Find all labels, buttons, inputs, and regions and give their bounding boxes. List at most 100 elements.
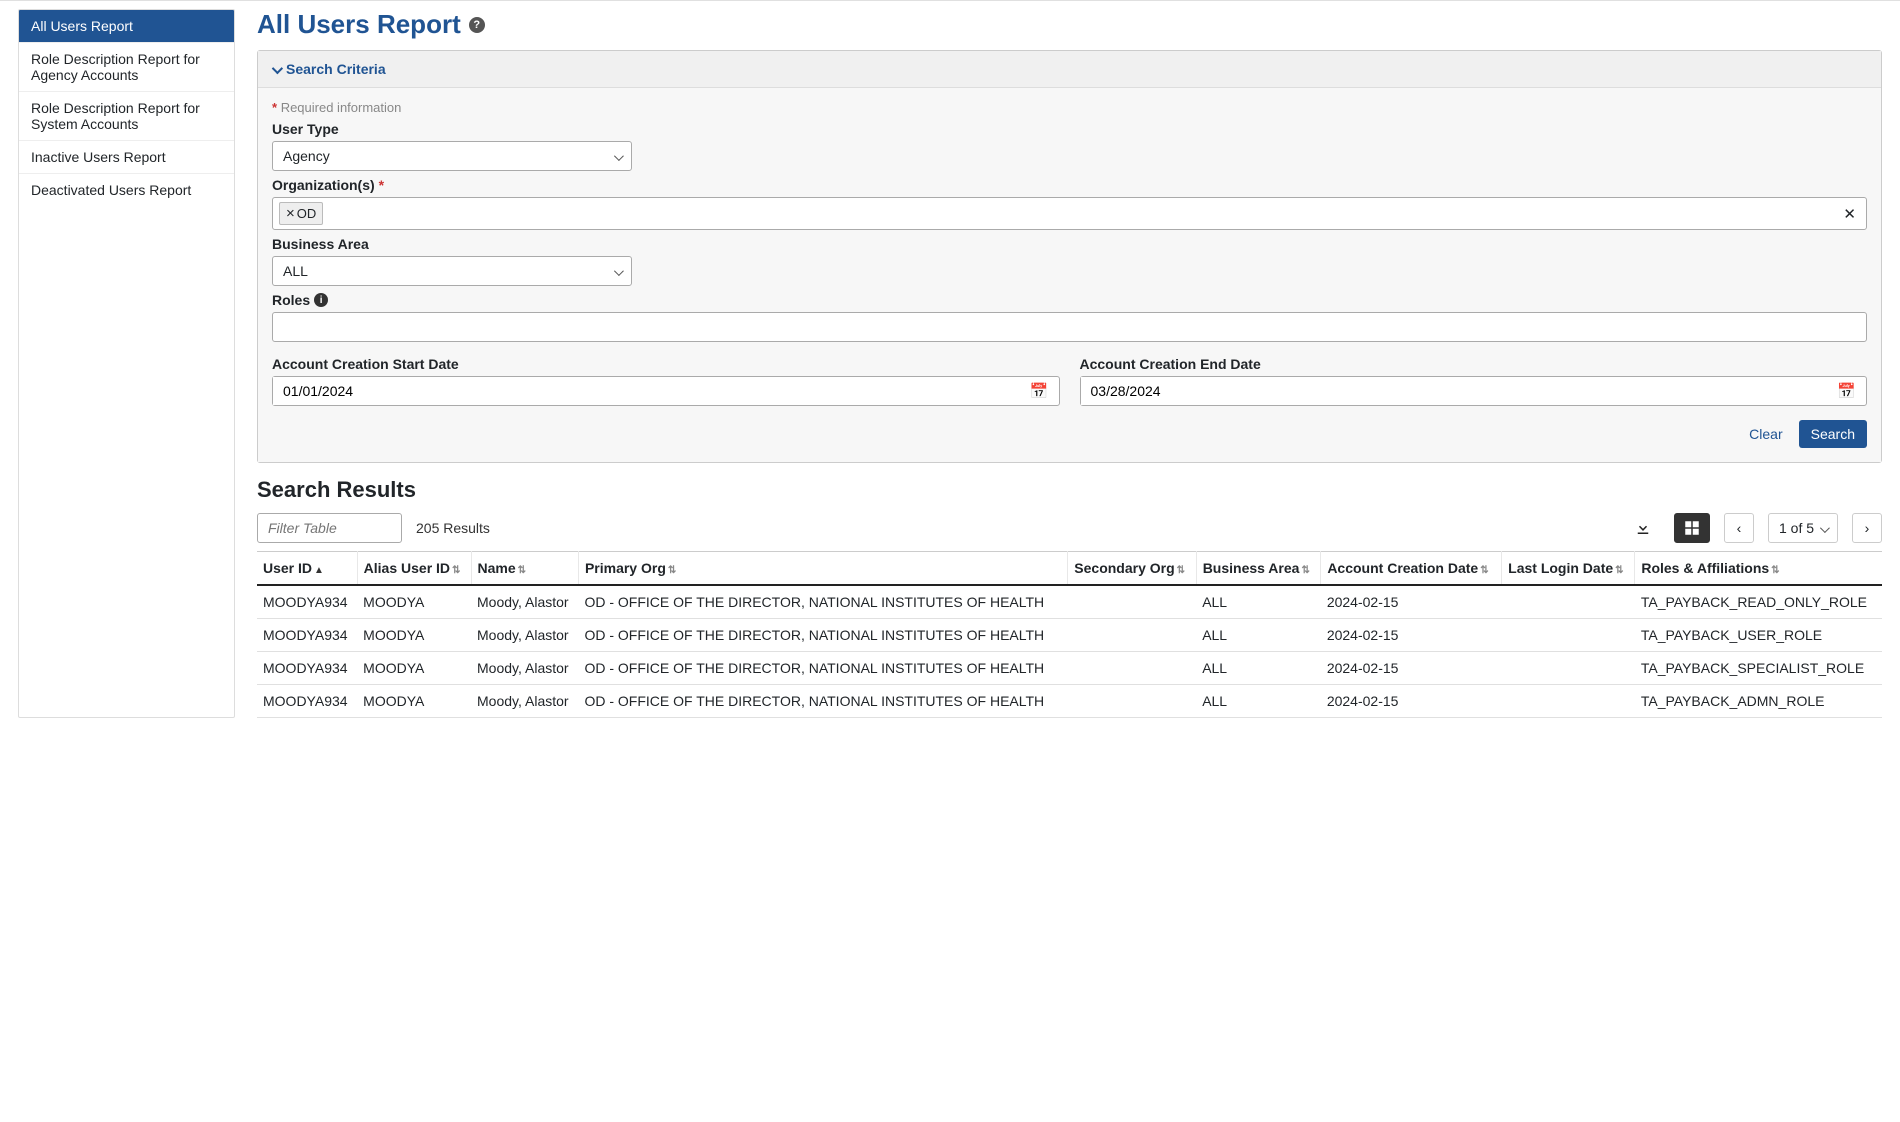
download-icon[interactable]	[1626, 513, 1660, 543]
table-row: MOODYA934MOODYAMoody, AlastorOD - OFFICE…	[257, 619, 1882, 652]
cell-last-login	[1502, 652, 1635, 685]
col-primary-org[interactable]: Primary Org⇅	[578, 552, 1067, 586]
table-row: MOODYA934MOODYAMoody, AlastorOD - OFFICE…	[257, 585, 1882, 619]
help-icon[interactable]: ?	[469, 17, 485, 33]
col-last-login[interactable]: Last Login Date⇅	[1502, 552, 1635, 586]
cell-user-id: MOODYA934	[257, 619, 357, 652]
search-button[interactable]: Search	[1799, 420, 1867, 448]
table-row: MOODYA934MOODYAMoody, AlastorOD - OFFICE…	[257, 652, 1882, 685]
label-user-type: User Type	[272, 121, 1867, 137]
cell-alias: MOODYA	[357, 652, 471, 685]
panel-header-toggle[interactable]: Search Criteria	[258, 51, 1881, 88]
cell-last-login	[1502, 685, 1635, 718]
asterisk-icon: *	[379, 177, 384, 193]
cell-business-area: ALL	[1196, 619, 1321, 652]
sort-icon: ⇅	[1615, 565, 1623, 576]
end-date-input[interactable]: 📅	[1080, 376, 1868, 406]
label-roles: Roles i	[272, 292, 1867, 308]
label-start-date: Account Creation Start Date	[272, 356, 1060, 372]
col-user-id[interactable]: User ID	[257, 552, 357, 586]
sidebar-nav: All Users Report Role Description Report…	[18, 9, 235, 718]
cell-secondary-org	[1068, 619, 1196, 652]
chevron-down-icon	[1820, 520, 1827, 536]
cell-business-area: ALL	[1196, 585, 1321, 619]
cell-secondary-org	[1068, 652, 1196, 685]
start-date-input[interactable]: 📅	[272, 376, 1060, 406]
results-title: Search Results	[257, 477, 1882, 503]
calendar-icon[interactable]: 📅	[1837, 382, 1856, 400]
remove-tag-icon[interactable]: ×	[286, 205, 295, 222]
next-page-button[interactable]: ›	[1852, 513, 1882, 543]
cell-name: Moody, Alastor	[471, 685, 578, 718]
cell-roles: TA_PAYBACK_ADMN_ROLE	[1635, 685, 1882, 718]
sort-icon: ⇅	[1177, 565, 1185, 576]
sidebar-item-role-agency[interactable]: Role Description Report for Agency Accou…	[19, 43, 234, 92]
required-note: * Required information	[272, 100, 1867, 115]
cell-secondary-org	[1068, 685, 1196, 718]
business-area-select[interactable]: ALL	[272, 256, 632, 286]
grid-view-icon[interactable]	[1674, 513, 1710, 543]
sort-icon: ⇅	[1480, 565, 1488, 576]
label-organizations: Organization(s) *	[272, 177, 1867, 193]
page-title: All Users Report ?	[257, 9, 1882, 40]
col-secondary-org[interactable]: Secondary Org⇅	[1068, 552, 1196, 586]
cell-last-login	[1502, 619, 1635, 652]
sort-icon: ⇅	[452, 565, 460, 576]
chevron-down-icon	[272, 61, 280, 77]
cell-alias: MOODYA	[357, 585, 471, 619]
cell-name: Moody, Alastor	[471, 619, 578, 652]
prev-page-button[interactable]: ‹	[1724, 513, 1754, 543]
col-name[interactable]: Name⇅	[471, 552, 578, 586]
label-end-date: Account Creation End Date	[1080, 356, 1868, 372]
panel-header-label: Search Criteria	[286, 61, 386, 77]
cell-business-area: ALL	[1196, 652, 1321, 685]
chevron-down-icon	[614, 148, 621, 164]
cell-alias: MOODYA	[357, 685, 471, 718]
roles-input[interactable]	[272, 312, 1867, 342]
cell-creation-date: 2024-02-15	[1321, 652, 1502, 685]
page-select[interactable]: 1 of 5	[1768, 513, 1838, 543]
cell-roles: TA_PAYBACK_USER_ROLE	[1635, 619, 1882, 652]
calendar-icon[interactable]: 📅	[1030, 382, 1049, 400]
col-roles[interactable]: Roles & Affiliations⇅	[1635, 552, 1882, 586]
end-date-field[interactable]	[1081, 377, 1838, 405]
sort-icon: ⇅	[518, 565, 526, 576]
cell-name: Moody, Alastor	[471, 652, 578, 685]
cell-secondary-org	[1068, 585, 1196, 619]
sidebar-item-deactivated[interactable]: Deactivated Users Report	[19, 174, 234, 206]
sidebar-item-all-users[interactable]: All Users Report	[19, 10, 234, 43]
org-tag[interactable]: × OD	[279, 202, 323, 225]
sort-icon: ⇅	[668, 565, 676, 576]
clear-all-icon[interactable]: ✕	[1843, 205, 1856, 223]
chevron-down-icon	[614, 263, 621, 279]
sort-icon: ⇅	[1771, 565, 1779, 576]
filter-input[interactable]	[257, 513, 402, 543]
cell-alias: MOODYA	[357, 619, 471, 652]
info-icon[interactable]: i	[314, 293, 328, 307]
user-type-select[interactable]: Agency	[272, 141, 632, 171]
start-date-field[interactable]	[273, 377, 1030, 405]
cell-primary-org: OD - OFFICE OF THE DIRECTOR, NATIONAL IN…	[578, 585, 1067, 619]
search-criteria-panel: Search Criteria * Required information U…	[257, 50, 1882, 463]
cell-creation-date: 2024-02-15	[1321, 619, 1502, 652]
cell-user-id: MOODYA934	[257, 652, 357, 685]
label-business-area: Business Area	[272, 236, 1867, 252]
col-alias[interactable]: Alias User ID⇅	[357, 552, 471, 586]
cell-primary-org: OD - OFFICE OF THE DIRECTOR, NATIONAL IN…	[578, 619, 1067, 652]
cell-creation-date: 2024-02-15	[1321, 585, 1502, 619]
page-title-text: All Users Report	[257, 9, 461, 40]
sort-icon: ⇅	[1301, 565, 1309, 576]
table-row: MOODYA934MOODYAMoody, AlastorOD - OFFICE…	[257, 685, 1882, 718]
col-business-area[interactable]: Business Area⇅	[1196, 552, 1321, 586]
col-creation-date[interactable]: Account Creation Date⇅	[1321, 552, 1502, 586]
cell-user-id: MOODYA934	[257, 585, 357, 619]
sidebar-item-role-system[interactable]: Role Description Report for System Accou…	[19, 92, 234, 141]
cell-business-area: ALL	[1196, 685, 1321, 718]
clear-button[interactable]: Clear	[1743, 420, 1788, 448]
cell-primary-org: OD - OFFICE OF THE DIRECTOR, NATIONAL IN…	[578, 685, 1067, 718]
cell-creation-date: 2024-02-15	[1321, 685, 1502, 718]
asterisk-icon: *	[272, 100, 277, 115]
cell-last-login	[1502, 585, 1635, 619]
sidebar-item-inactive[interactable]: Inactive Users Report	[19, 141, 234, 174]
organizations-input[interactable]: × OD ✕	[272, 197, 1867, 230]
